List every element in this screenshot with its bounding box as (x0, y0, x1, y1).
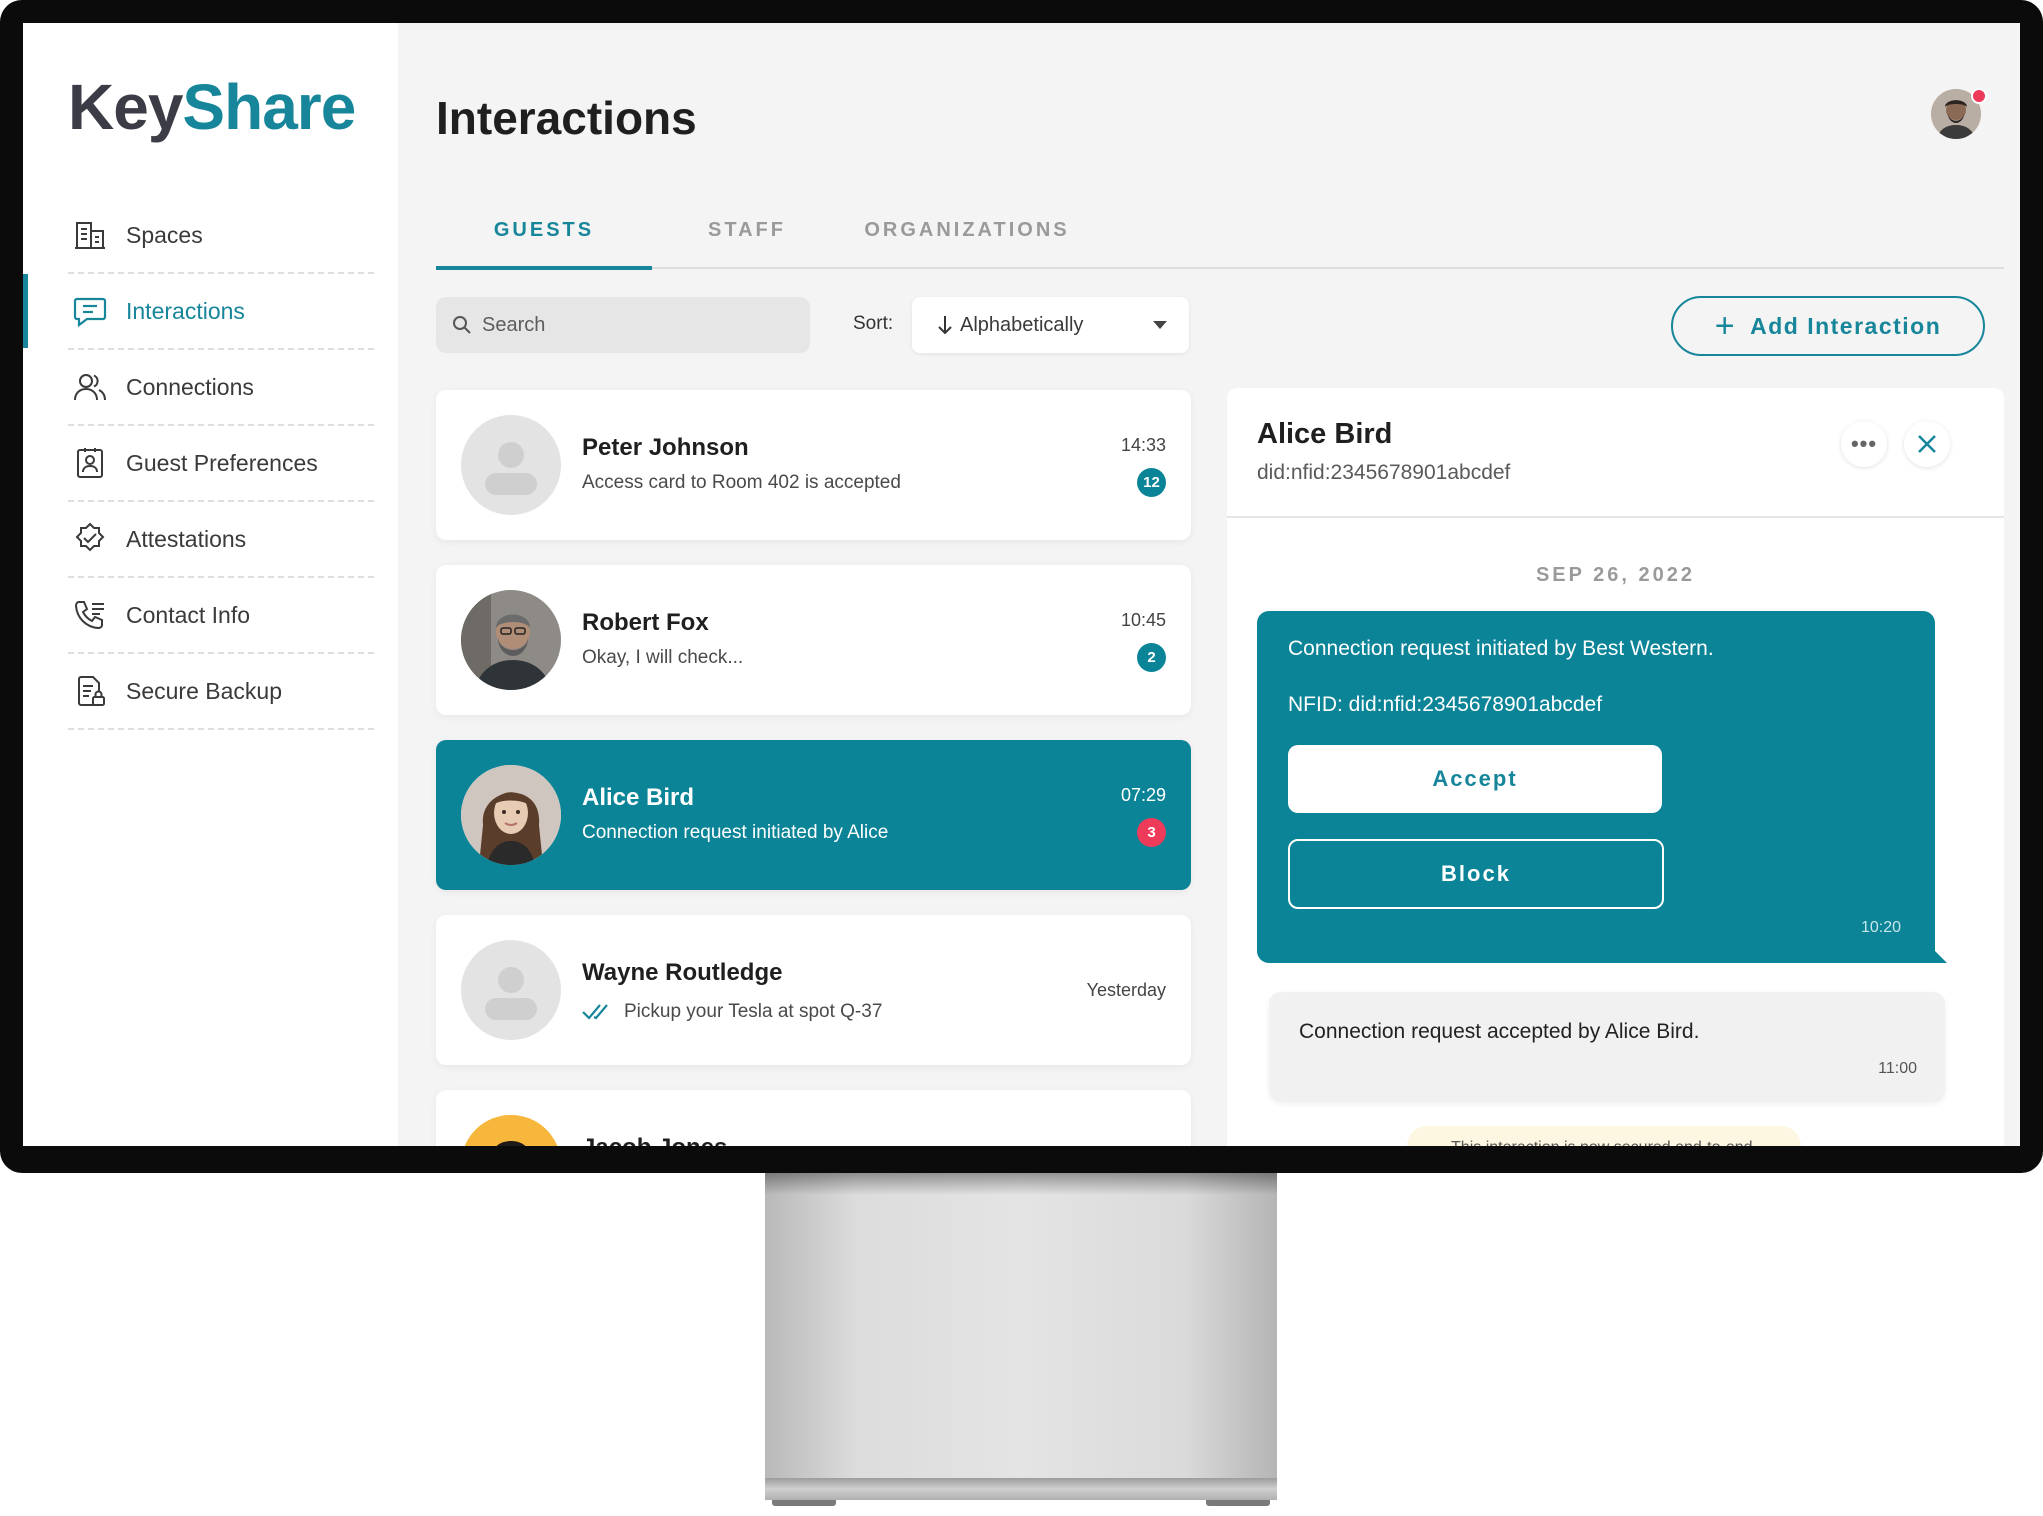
contact-name: Alice Bird (582, 784, 695, 811)
screen: KeyShare Spaces Interactions Connections… (23, 23, 2020, 1146)
sidebar-item-label: Guest Preferences (126, 449, 318, 476)
sidebar-item-connections[interactable]: Connections (68, 350, 374, 426)
avatar (461, 590, 561, 690)
unread-badge: 2 (1137, 643, 1166, 672)
stand-foot (772, 1500, 836, 1506)
add-interaction-button[interactable]: + Add Interaction (1671, 296, 1985, 356)
contact-card-icon (72, 445, 108, 481)
detail-contact-did: did:nfid:2345678901abcdef (1257, 461, 1511, 484)
divider (1227, 516, 2004, 518)
sidebar-item-label: Secure Backup (126, 677, 282, 704)
avatar (461, 765, 561, 865)
block-button[interactable]: Block (1288, 839, 1664, 909)
verified-badge-icon (72, 521, 108, 557)
add-interaction-label: Add Interaction (1750, 312, 1942, 339)
request-nfid: NFID: did:nfid:2345678901abcdef (1288, 693, 1603, 716)
keyshare-logo[interactable]: KeyShare (68, 75, 356, 139)
sidebar-item-interactions[interactable]: Interactions (23, 274, 374, 350)
avatar (461, 1115, 561, 1146)
sidebar-item-label: Interactions (126, 297, 245, 324)
search-input[interactable]: Search (436, 297, 810, 353)
sort-dropdown[interactable]: Alphabetically (912, 297, 1189, 353)
contact-name: Wayne Routledge (582, 959, 783, 986)
more-options-button[interactable]: ••• (1841, 421, 1887, 467)
contact-name: Peter Johnson (582, 434, 749, 461)
tab-bar: GUESTS STAFF ORGANIZATIONS (436, 193, 2004, 270)
phone-icon (72, 597, 108, 633)
contact-name: Jacob Jones (582, 1134, 727, 1146)
e2e-notice: This interaction is now secured end-to-e… (1407, 1126, 1801, 1146)
sidebar-nav: Spaces Interactions Connections Guest Pr… (23, 198, 374, 730)
list-item-wayne-routledge[interactable]: Wayne Routledge Pickup your Tesla at spo… (436, 915, 1191, 1065)
sidebar-item-label: Connections (126, 373, 254, 400)
caret-down-icon (1153, 321, 1167, 329)
notification-dot (1971, 88, 1987, 104)
sidebar-item-spaces[interactable]: Spaces (68, 198, 374, 274)
close-button[interactable] (1904, 421, 1950, 467)
date-separator: SEP 26, 2022 (1535, 564, 1696, 586)
bubble-tail (1933, 949, 1947, 963)
message-time: 10:45 (1120, 610, 1166, 630)
chat-icon (72, 293, 108, 329)
active-indicator (23, 274, 28, 348)
interaction-detail-panel: Alice Bird did:nfid:2345678901abcdef •••… (1227, 388, 2004, 1146)
tab-organizations[interactable]: ORGANIZATIONS (842, 193, 1092, 267)
close-icon (1917, 434, 1937, 454)
sidebar-item-attestations[interactable]: Attestations (68, 502, 374, 578)
building-icon (72, 217, 108, 253)
sort-label: Sort: (853, 313, 894, 334)
sidebar-item-contact-info[interactable]: Contact Info (68, 578, 374, 654)
list-item-alice-bird[interactable]: Alice Bird Connection request initiated … (436, 740, 1191, 890)
avatar-placeholder (461, 940, 561, 1040)
monitor-frame: KeyShare Spaces Interactions Connections… (0, 0, 2043, 1173)
detail-contact-name: Alice Bird (1257, 418, 1393, 450)
search-placeholder: Search (482, 313, 546, 336)
stand-shadow (765, 1173, 1277, 1195)
message-time: 11:00 (1878, 1060, 1917, 1077)
last-message: Pickup your Tesla at spot Q-37 (582, 1001, 882, 1023)
sidebar-item-label: Contact Info (126, 601, 251, 628)
monitor-stand (765, 1173, 1277, 1478)
tab-guests[interactable]: GUESTS (436, 193, 652, 270)
contact-name: Robert Fox (582, 609, 709, 636)
message-time: 07:29 (1120, 785, 1166, 805)
tab-staff[interactable]: STAFF (652, 193, 842, 267)
accepted-text: Connection request accepted by Alice Bir… (1299, 1020, 1700, 1043)
stand-foot (1206, 1500, 1270, 1506)
last-message: Access card to Room 402 is accepted (582, 472, 901, 493)
page-title: Interactions (436, 92, 697, 144)
request-text: Connection request initiated by Best Wes… (1288, 637, 1714, 660)
sidebar-item-label: Attestations (126, 525, 247, 552)
ellipsis-icon: ••• (1850, 431, 1878, 456)
users-icon (72, 369, 108, 405)
search-icon (452, 315, 472, 335)
stand-base (765, 1478, 1277, 1500)
avatar-placeholder (461, 415, 561, 515)
message-time: Yesterday (1086, 980, 1166, 1000)
sidebar: KeyShare Spaces Interactions Connections… (23, 23, 398, 1146)
accept-button[interactable]: Accept (1288, 745, 1662, 813)
list-item-peter-johnson[interactable]: Peter Johnson Access card to Room 402 is… (436, 390, 1191, 540)
unread-badge: 3 (1137, 818, 1166, 847)
last-message: Connection request initiated by Alice (582, 822, 889, 843)
backup-lock-icon (72, 673, 108, 709)
unread-badge: 12 (1137, 468, 1166, 497)
arrow-down-icon (938, 315, 952, 335)
message-time: 14:33 (1120, 435, 1166, 455)
last-message: Okay, I will check... (582, 647, 744, 668)
sidebar-item-label: Spaces (126, 221, 203, 248)
plus-icon: + (1714, 307, 1737, 345)
connection-request-message: Connection request initiated by Best Wes… (1257, 611, 1947, 963)
sidebar-item-secure-backup[interactable]: Secure Backup (68, 654, 374, 730)
list-item-jacob-jones[interactable]: Jacob Jones (436, 1090, 1191, 1146)
accepted-message: Connection request accepted by Alice Bir… (1269, 992, 1945, 1102)
sidebar-item-guest-preferences[interactable]: Guest Preferences (68, 426, 374, 502)
message-time: 10:20 (1860, 919, 1901, 936)
double-check-icon (582, 1003, 612, 1021)
list-item-robert-fox[interactable]: Robert Fox Okay, I will check... 10:45 2 (436, 565, 1191, 715)
sort-value: Alphabetically (960, 313, 1084, 336)
